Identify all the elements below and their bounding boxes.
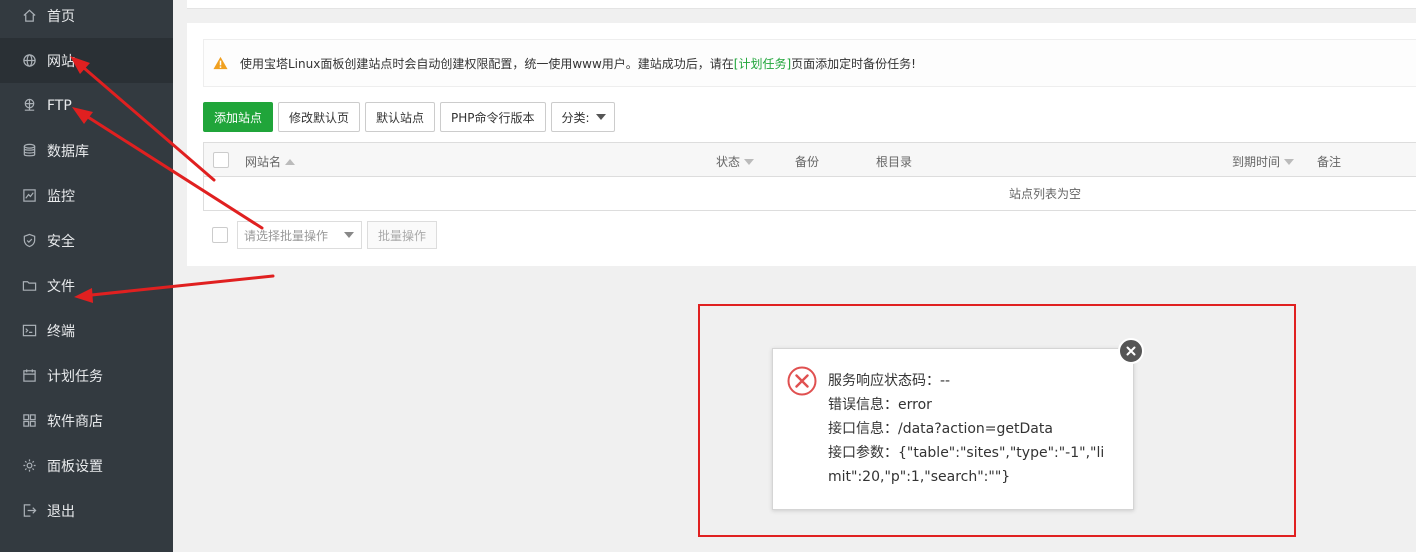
- sidebar-item-app-store[interactable]: 软件商店: [0, 398, 173, 443]
- sidebar-item-files[interactable]: 文件: [0, 263, 173, 308]
- terminal-icon: [20, 322, 38, 340]
- empty-row: 站点列表为空: [1008, 187, 1081, 201]
- sidebar-item-label: 首页: [47, 8, 75, 25]
- category-label: 分类:: [561, 110, 590, 125]
- notice-text: 使用宝塔Linux面板创建站点时会自动创建权限配置，统一使用www用户。建站成功…: [240, 56, 734, 71]
- batch-action-select[interactable]: 请选择批量操作: [237, 221, 362, 249]
- sidebar-item-home[interactable]: 首页: [0, 0, 173, 38]
- sort-down-icon: [744, 158, 755, 165]
- column-root-dir: 根目录: [876, 153, 912, 170]
- ftp-icon: [20, 97, 38, 115]
- sidebar-item-terminal[interactable]: 终端: [0, 308, 173, 353]
- default-site-button[interactable]: 默认站点: [365, 102, 436, 132]
- sidebar-item-monitor[interactable]: 监控: [0, 173, 173, 218]
- sidebar-item-label: 面板设置: [47, 458, 103, 475]
- batch-select-placeholder: 请选择批量操作: [244, 228, 329, 243]
- batch-action-button[interactable]: 批量操作: [367, 221, 437, 249]
- category-select[interactable]: 分类:: [550, 102, 615, 132]
- site-table: 网站名 状态 备份 根目录 到期时间 备注 站点列表为空: [203, 142, 1416, 211]
- database-icon: [20, 142, 38, 160]
- sidebar: 首页 网站 FTP 数据库 监控 安全 文件 终端 计划任务 软件商店 面板设置: [0, 0, 173, 552]
- api-params-line: 接口参数：{"table":"sites","type":"-1","limit…: [828, 445, 1105, 485]
- home-icon: [20, 7, 38, 25]
- column-label: 网站名: [245, 155, 282, 169]
- column-label: 到期时间: [1232, 155, 1281, 169]
- sidebar-item-logout[interactable]: 退出: [0, 488, 173, 533]
- top-panel: [187, 0, 1416, 9]
- gear-icon: [20, 457, 38, 475]
- sidebar-item-cron[interactable]: 计划任务: [0, 353, 173, 398]
- sidebar-item-security[interactable]: 安全: [0, 218, 173, 263]
- sidebar-item-label: 安全: [47, 233, 75, 250]
- sidebar-item-ftp[interactable]: FTP: [0, 83, 173, 128]
- shield-icon: [20, 232, 38, 250]
- column-label: 备注: [1317, 155, 1342, 169]
- column-backup: 备份: [795, 153, 819, 170]
- sidebar-item-label: 监控: [47, 188, 75, 205]
- warning-icon: [213, 56, 228, 70]
- add-site-button[interactable]: 添加站点: [203, 102, 274, 132]
- php-cli-version-button[interactable]: PHP命令行版本: [440, 102, 546, 132]
- calendar-icon: [20, 367, 38, 385]
- column-expire-time[interactable]: 到期时间: [1232, 153, 1295, 170]
- logout-icon: [20, 502, 38, 520]
- chevron-down-icon: [595, 114, 606, 120]
- sidebar-item-label: 软件商店: [47, 413, 103, 430]
- status-code-line: 服务响应状态码：--: [828, 373, 951, 389]
- folder-icon: [20, 277, 38, 295]
- batch-checkbox[interactable]: [212, 227, 228, 243]
- select-all-checkbox[interactable]: [213, 152, 229, 168]
- column-label: 状态: [716, 155, 741, 169]
- notice-bar: 使用宝塔Linux面板创建站点时会自动创建权限配置，统一使用www用户。建站成功…: [203, 39, 1416, 87]
- toolbar: 添加站点 修改默认页 默认站点 PHP命令行版本 分类:: [203, 102, 620, 132]
- notice-text-end: 页面添加定时备份任务!: [791, 56, 916, 71]
- chevron-down-icon: [344, 232, 354, 238]
- sidebar-item-database[interactable]: 数据库: [0, 128, 173, 173]
- sidebar-item-website[interactable]: 网站: [0, 38, 173, 83]
- column-site-name[interactable]: 网站名: [245, 153, 296, 170]
- sort-up-icon: [285, 158, 296, 165]
- column-remark: 备注: [1317, 153, 1341, 170]
- error-icon: [787, 366, 817, 396]
- error-info-line: 错误信息：error: [828, 397, 932, 413]
- column-status[interactable]: 状态: [716, 153, 755, 170]
- column-label: 根目录: [876, 155, 913, 169]
- table-header: 网站名 状态 备份 根目录 到期时间 备注: [204, 143, 1416, 177]
- sort-down-icon: [1284, 158, 1295, 165]
- error-message: 服务响应状态码：-- 错误信息：error 接口信息：/data?action=…: [828, 369, 1110, 489]
- sidebar-item-label: 退出: [47, 503, 75, 520]
- sidebar-item-label: 文件: [47, 278, 75, 295]
- sidebar-item-label: 数据库: [47, 143, 89, 160]
- sidebar-item-label: 终端: [47, 323, 75, 340]
- monitor-icon: [20, 187, 38, 205]
- sidebar-item-label: FTP: [47, 97, 72, 114]
- apps-icon: [20, 412, 38, 430]
- cron-link[interactable]: [计划任务]: [734, 55, 791, 72]
- edit-default-page-button[interactable]: 修改默认页: [278, 102, 361, 132]
- sidebar-item-label: 网站: [47, 53, 75, 70]
- api-info-line: 接口信息：/data?action=getData: [828, 421, 1053, 437]
- sidebar-item-settings[interactable]: 面板设置: [0, 443, 173, 488]
- close-icon: [1126, 346, 1136, 356]
- globe-icon: [20, 52, 38, 70]
- column-label: 备份: [795, 155, 820, 169]
- close-button[interactable]: [1118, 338, 1144, 364]
- sidebar-item-label: 计划任务: [47, 368, 103, 385]
